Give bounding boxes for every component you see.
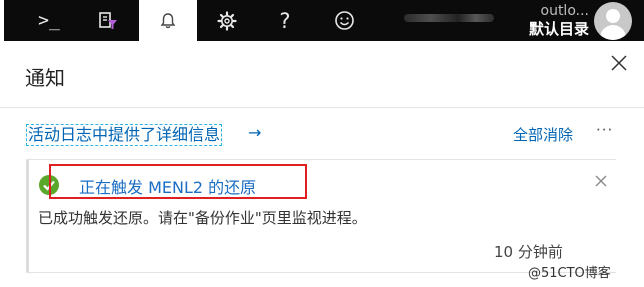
divider bbox=[26, 159, 616, 160]
panel-title: 通知 bbox=[25, 66, 65, 90]
notification-title[interactable]: 正在触发 MENL2 的还原 bbox=[79, 174, 256, 198]
cloud-shell-button[interactable]: >_ bbox=[20, 0, 78, 41]
avatar-button[interactable] bbox=[591, 0, 635, 41]
gear-icon bbox=[217, 10, 237, 31]
notification-accent-bar bbox=[26, 160, 29, 272]
account-email: outlo... bbox=[540, 3, 590, 19]
redacted-region bbox=[404, 14, 494, 22]
left-edge-tab bbox=[0, 0, 4, 41]
watermark: @51CTO博客 bbox=[528, 266, 611, 281]
close-icon[interactable] bbox=[608, 52, 630, 74]
activity-log-link[interactable]: 活动日志中提供了详细信息 bbox=[26, 124, 223, 146]
more-options-icon[interactable]: ··· bbox=[596, 121, 613, 139]
feedback-button[interactable] bbox=[315, 0, 373, 41]
divider bbox=[0, 107, 644, 108]
directory-filter-icon bbox=[99, 11, 117, 29]
smiley-icon bbox=[334, 11, 354, 30]
notification-body: 已成功触发还原。请在"备份作业"页里监视进程。 bbox=[38, 209, 367, 227]
directory-filter-button[interactable] bbox=[79, 0, 137, 41]
avatar-icon bbox=[594, 1, 632, 40]
help-button[interactable]: ? bbox=[256, 0, 314, 41]
bell-icon bbox=[160, 12, 176, 28]
account-info[interactable]: outlo... 默认目录 bbox=[497, 0, 589, 41]
arrow-right-icon[interactable]: → bbox=[248, 123, 261, 142]
notification-time: 10 分钟前 bbox=[494, 243, 563, 261]
settings-button[interactable] bbox=[198, 0, 256, 41]
help-icon: ? bbox=[279, 8, 291, 33]
cloud-shell-icon: >_ bbox=[38, 10, 60, 31]
clear-all-link[interactable]: 全部消除 bbox=[513, 124, 573, 145]
notifications-button[interactable] bbox=[139, 0, 197, 41]
top-bar: >_ ? outlo... 默认目录 bbox=[0, 0, 644, 41]
dismiss-icon[interactable] bbox=[594, 174, 608, 188]
account-directory: 默认目录 bbox=[528, 20, 589, 38]
